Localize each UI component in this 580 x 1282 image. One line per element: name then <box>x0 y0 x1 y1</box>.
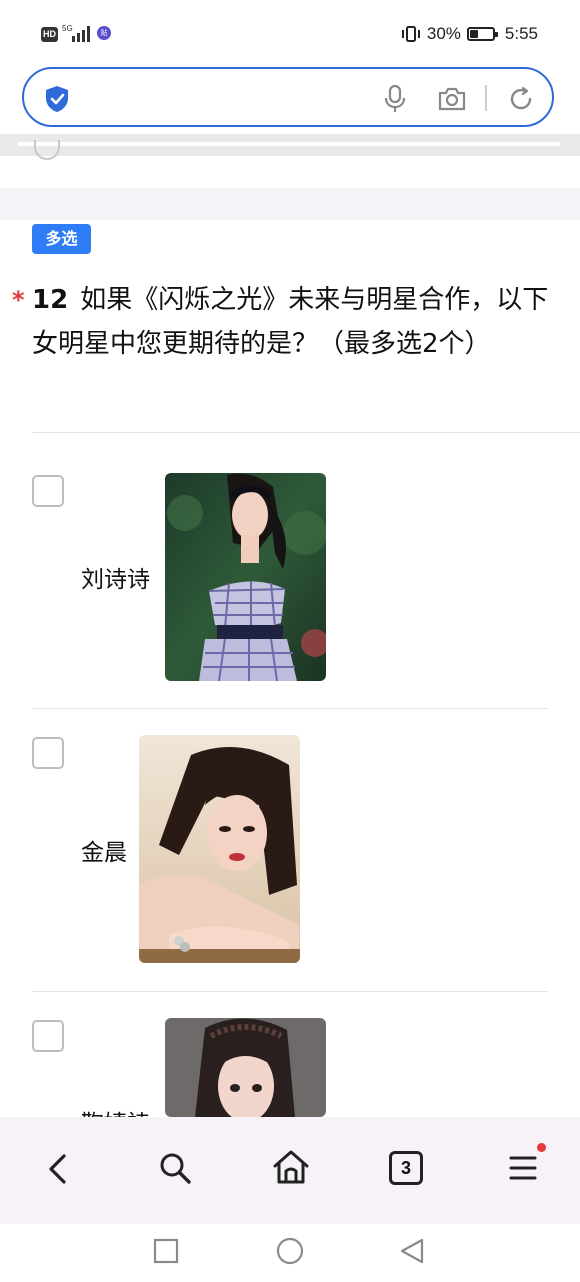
tabs-count: 3 <box>400 1158 411 1178</box>
search-input[interactable] <box>80 82 374 114</box>
search-divider <box>485 85 487 111</box>
camera-icon[interactable] <box>437 86 467 112</box>
tabs-count-button[interactable]: 3 <box>389 1151 423 1185</box>
option-label-1[interactable]: 刘诗诗 <box>81 560 150 594</box>
system-back-icon[interactable] <box>398 1237 426 1265</box>
option-checkbox-3[interactable] <box>32 1020 64 1052</box>
option-label-3[interactable]: 鞠婧祎 <box>81 1104 150 1117</box>
battery-percent: 30% <box>426 24 461 43</box>
question-text: 如果《闪烁之光》未来与明星合作，以下女明星中您更期待的是？（最多选2个） <box>32 285 549 359</box>
option-photo-3[interactable] <box>165 1018 326 1117</box>
vibrate-icon <box>401 26 420 42</box>
recent-apps-icon[interactable] <box>153 1238 179 1264</box>
question-divider <box>32 432 580 433</box>
home-icon[interactable] <box>272 1149 310 1185</box>
signal-icon <box>72 26 90 42</box>
option-checkbox-2[interactable] <box>32 737 64 769</box>
battery-icon <box>466 27 498 41</box>
option-photo-1[interactable] <box>165 473 326 681</box>
question-number: 12 <box>32 285 69 315</box>
option-divider-2 <box>32 991 548 992</box>
option-divider-1 <box>32 708 548 709</box>
shield-icon <box>46 86 68 112</box>
section-gap <box>0 188 580 220</box>
app-notification-icon: 贴 <box>97 26 111 40</box>
option-photo-2[interactable] <box>139 735 300 963</box>
clock: 5:55 <box>504 24 538 43</box>
multi-select-tag: 多选 <box>32 224 91 254</box>
menu-icon[interactable] <box>508 1154 538 1182</box>
status-right: 30% 5:55 <box>401 24 538 44</box>
system-home-icon[interactable] <box>275 1236 305 1266</box>
hd-indicator: HD <box>41 27 58 42</box>
question-title: 12 如果《闪烁之光》未来与明星合作，以下女明星中您更期待的是？（最多选2个） <box>32 278 552 366</box>
option-checkbox-1[interactable] <box>32 475 64 507</box>
refresh-icon[interactable] <box>507 85 535 113</box>
toolbar-separator <box>18 142 560 146</box>
microphone-icon[interactable] <box>382 84 408 114</box>
back-icon[interactable] <box>46 1153 68 1185</box>
required-asterisk: * <box>12 286 25 314</box>
search-icon[interactable] <box>158 1151 192 1185</box>
menu-notification-dot <box>537 1143 546 1152</box>
previous-question-radio[interactable] <box>34 140 60 160</box>
option-label-2[interactable]: 金晨 <box>81 833 127 867</box>
